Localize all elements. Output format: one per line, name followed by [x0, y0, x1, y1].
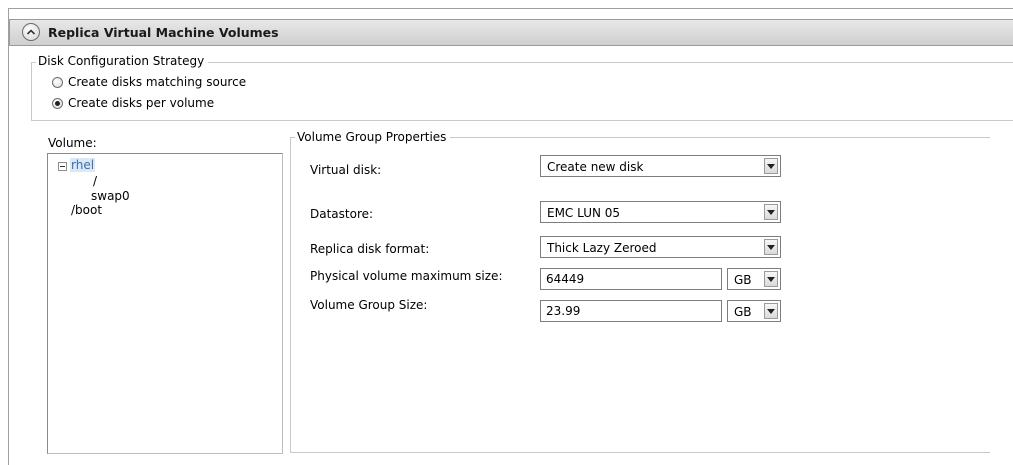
radio-button[interactable] — [52, 76, 63, 88]
section-header: Replica Virtual Machine Volumes — [9, 19, 1013, 46]
dropdown-arrow-icon[interactable] — [764, 239, 778, 255]
tree-node-root[interactable]: rhel — [70, 158, 96, 172]
virtual-disk-select[interactable]: Create new disk — [540, 155, 781, 177]
radio-label: Create disks per volume — [68, 96, 215, 110]
replica-format-select[interactable]: Thick Lazy Zeroed — [540, 236, 781, 258]
pv-max-label: Physical volume maximum size: — [310, 269, 503, 283]
chevron-up-icon — [26, 29, 36, 35]
radio-label: Create disks matching source — [68, 75, 247, 89]
vg-size-field[interactable] — [541, 301, 721, 321]
dropdown-arrow-icon[interactable] — [764, 303, 778, 319]
replica-format-label: Replica disk format: — [310, 242, 430, 256]
volume-tree[interactable]: rhel / swap0 /boot — [47, 153, 283, 454]
group-border-bottom — [31, 120, 1013, 121]
group-border-left — [31, 62, 32, 120]
datastore-label: Datastore: — [310, 207, 374, 221]
tree-node-boot[interactable]: /boot — [71, 203, 102, 217]
vg-size-input[interactable] — [540, 300, 722, 322]
vg-size-unit-select[interactable]: GB — [727, 300, 781, 322]
minus-box-icon[interactable] — [58, 162, 67, 171]
select-value: Create new disk — [547, 160, 644, 174]
pv-max-unit-select[interactable]: GB — [727, 268, 781, 290]
vg-size-label: Volume Group Size: — [310, 298, 428, 312]
datastore-select[interactable]: EMC LUN 05 — [540, 201, 781, 223]
radio-matching-source[interactable]: Create disks matching source — [52, 75, 246, 89]
select-value: Thick Lazy Zeroed — [547, 241, 657, 255]
vg-border-bottom — [290, 452, 990, 453]
tree-node-root-fs[interactable]: / — [93, 174, 97, 188]
pv-max-input[interactable] — [540, 268, 722, 290]
dropdown-arrow-icon[interactable] — [764, 204, 778, 220]
pv-max-field[interactable] — [541, 269, 721, 289]
select-value: GB — [734, 273, 752, 287]
tree-node-swap[interactable]: swap0 — [91, 189, 130, 203]
disk-strategy-legend: Disk Configuration Strategy — [36, 54, 209, 68]
section-title: Replica Virtual Machine Volumes — [48, 25, 279, 40]
dropdown-arrow-icon[interactable] — [764, 271, 778, 287]
dropdown-arrow-icon[interactable] — [764, 158, 778, 174]
vg-border-left — [290, 137, 291, 452]
radio-button-selected[interactable] — [52, 97, 63, 109]
virtual-disk-label: Virtual disk: — [310, 163, 382, 177]
select-value: EMC LUN 05 — [547, 206, 621, 220]
vg-props-legend: Volume Group Properties — [295, 130, 451, 144]
volume-label: Volume: — [48, 136, 97, 150]
select-value: GB — [734, 305, 752, 319]
radio-per-volume[interactable]: Create disks per volume — [52, 96, 214, 110]
collapse-button[interactable] — [22, 23, 40, 41]
